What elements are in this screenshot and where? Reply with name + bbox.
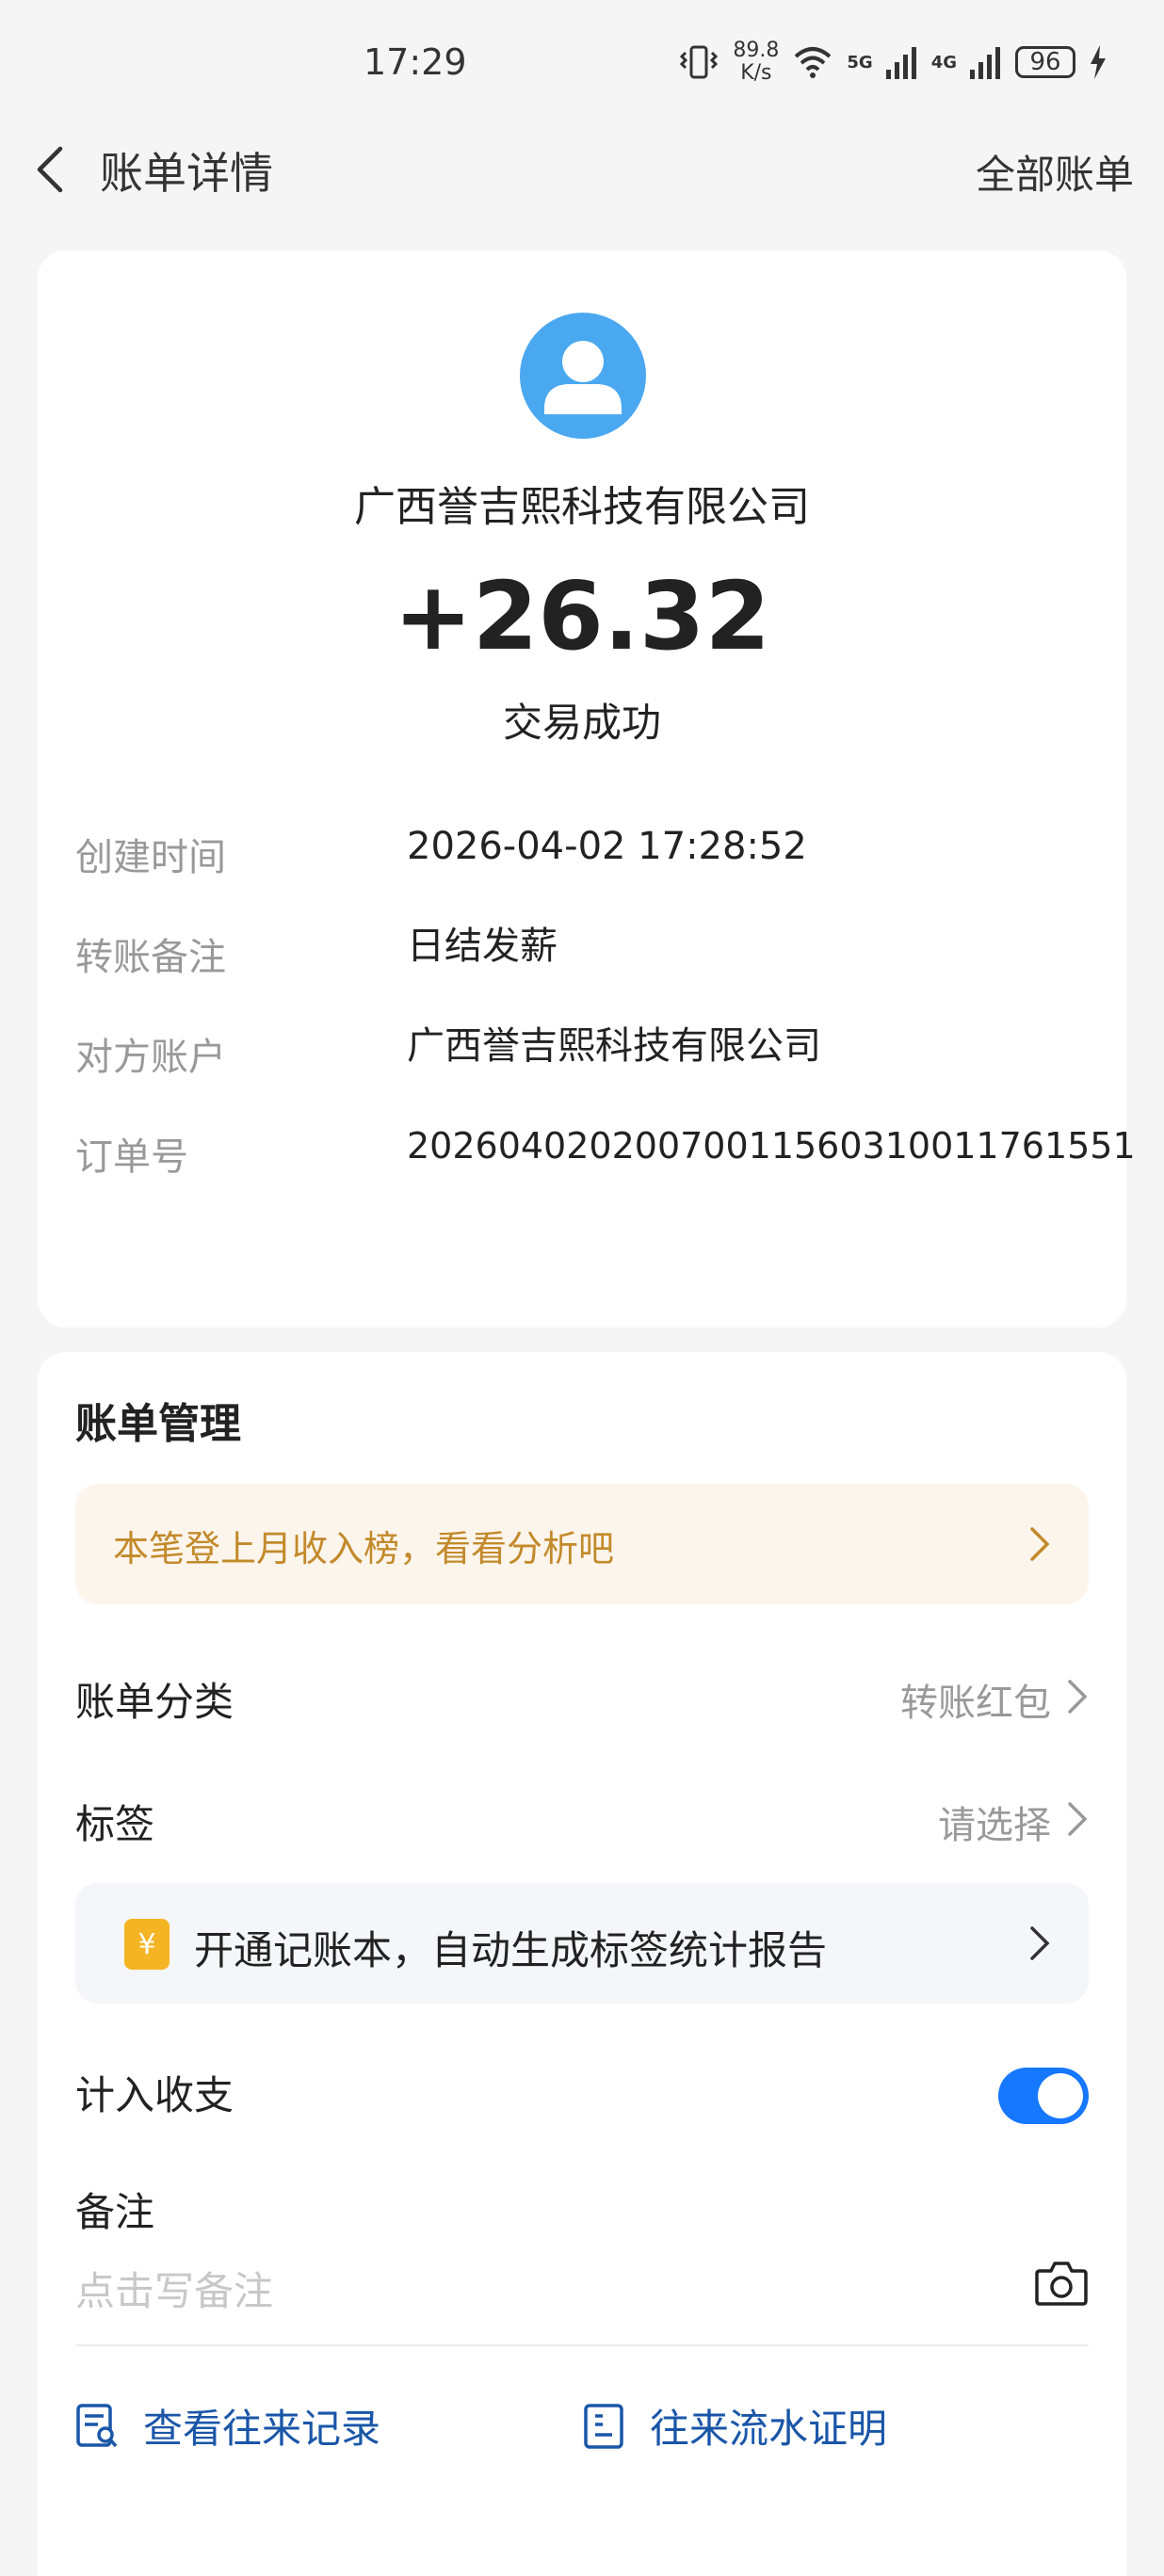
order-number-value[interactable]: 20260402020070011560310011761551 [407, 1115, 1160, 1177]
chevron-right-icon [1030, 1926, 1050, 1960]
net-4g-label: 4G [930, 52, 957, 72]
transaction-certificate-link[interactable]: 往来流水证明 [582, 2397, 887, 2455]
chevron-right-icon [1030, 1527, 1050, 1561]
status-icons: 89.8 K/s 5G 4G 96 [678, 34, 1107, 90]
include-in-stats-label: 计入收支 [75, 2072, 234, 2118]
promo-text: 本笔登上月收入榜，看看分析吧 [113, 1528, 615, 1570]
transaction-amount: +26.32 [393, 561, 771, 671]
ledger-icon: ¥ [124, 1919, 170, 1970]
ledger-text: 开通记账本，自动生成标签统计报告 [194, 1927, 828, 1973]
bill-management-card: 账单管理 本笔登上月收入榜，看看分析吧 账单分类 转账红包 标签 请选择 ¥ 开… [38, 1352, 1126, 2576]
network-speed: 89.8 K/s [733, 40, 779, 85]
category-value: 转账红包 [900, 1682, 1051, 1725]
note-input[interactable]: 点击写备注 [75, 2260, 273, 2317]
view-records-link[interactable]: 查看往来记录 [75, 2397, 380, 2455]
include-in-stats-toggle[interactable] [998, 2068, 1089, 2124]
category-label: 账单分类 [75, 1679, 234, 1725]
battery-indicator: 96 [1015, 46, 1075, 78]
camera-icon[interactable] [1034, 2260, 1089, 2307]
detail-label: 对方账户 [75, 1036, 226, 1079]
vibrate-icon [680, 45, 719, 79]
detail-label: 转账备注 [75, 936, 226, 979]
detail-value: 日结发薪 [407, 925, 558, 968]
section-title: 账单管理 [75, 1400, 241, 1448]
view-records-text: 查看往来记录 [143, 2406, 381, 2452]
all-bills-button[interactable]: 全部账单 [976, 143, 1134, 201]
detail-value: 2026-04-02 17:28:52 [407, 825, 807, 868]
certificate-text: 往来流水证明 [650, 2406, 888, 2452]
tag-value: 请选择 [938, 1804, 1051, 1847]
header: 账单详情 全部账单 [0, 122, 1164, 217]
transaction-card: 广西誉吉熙科技有限公司 +26.32 交易成功 创建时间 2026-04-02 … [38, 250, 1136, 1328]
tag-label: 标签 [75, 1801, 155, 1847]
note-label: 备注 [75, 2189, 155, 2235]
open-ledger-banner[interactable]: ¥ 开通记账本，自动生成标签统计报告 [75, 1883, 1089, 2004]
chevron-right-icon [1068, 1802, 1088, 1836]
status-bar: 17:29 89.8 K/s 5G 4G 96 [0, 0, 1164, 122]
detail-label: 创建时间 [75, 836, 226, 879]
detail-value: 广西誉吉熙科技有限公司 [407, 1024, 821, 1068]
charging-icon [1091, 45, 1106, 79]
income-ranking-banner[interactable]: 本笔登上月收入榜，看看分析吧 [75, 1484, 1089, 1604]
back-icon[interactable] [28, 143, 75, 196]
toggle-knob [1038, 2073, 1083, 2118]
divider [75, 2344, 1089, 2346]
page-title: 账单详情 [100, 148, 273, 199]
status-time: 17:29 [364, 41, 467, 83]
counterparty-name: 广西誉吉熙科技有限公司 [354, 483, 810, 531]
chevron-right-icon [1068, 1680, 1088, 1714]
transaction-status: 交易成功 [502, 700, 661, 746]
speed-unit: K/s [740, 61, 772, 85]
records-icon [76, 2403, 118, 2447]
signal-icon-1 [885, 47, 916, 79]
certificate-icon [584, 2403, 623, 2449]
avatar-icon [520, 313, 646, 439]
net-5g-label: 5G [847, 52, 873, 72]
detail-label: 订单号 [75, 1135, 188, 1179]
speed-value: 89.8 [733, 39, 780, 62]
wifi-icon [795, 47, 832, 78]
signal-icon-2 [970, 47, 1000, 79]
